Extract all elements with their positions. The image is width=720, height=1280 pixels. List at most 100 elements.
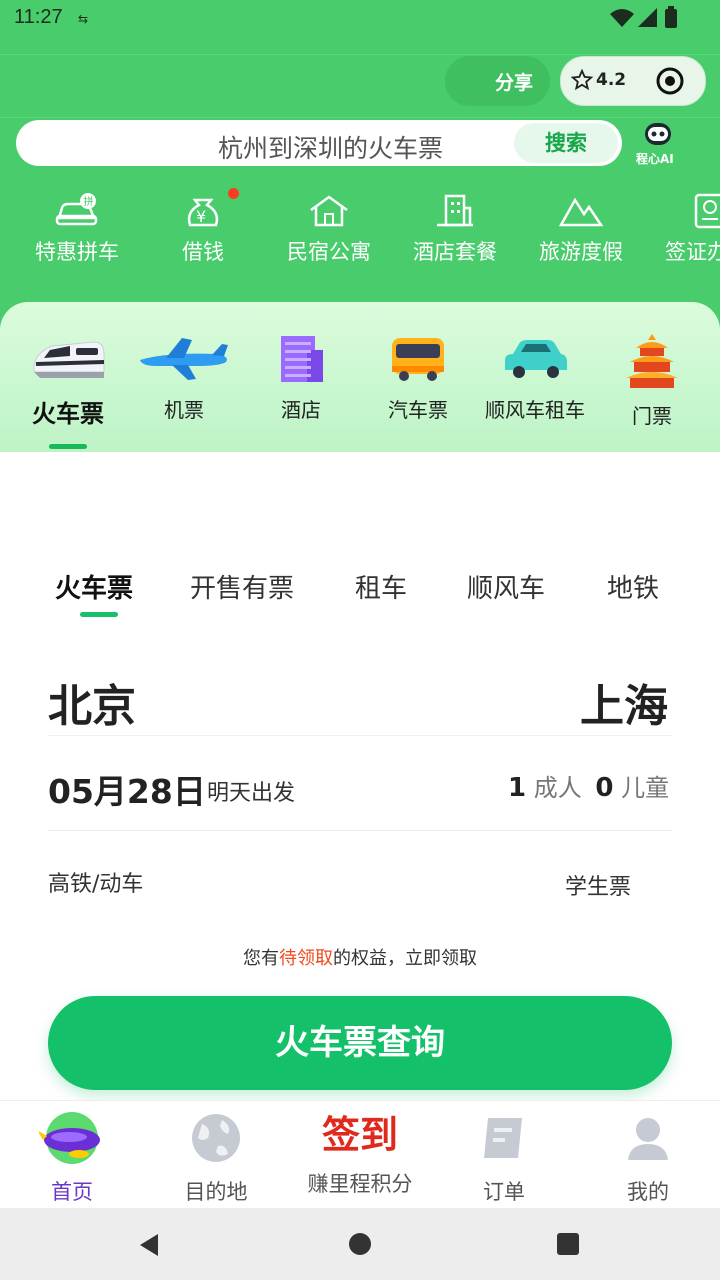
nav-profile[interactable]: 我的 (588, 1110, 708, 1206)
service-homestay[interactable]: 民宿公寓 (274, 192, 384, 266)
nav-orders[interactable]: 订单 (444, 1110, 564, 1206)
bus-icon (392, 338, 444, 381)
passport-icon (694, 193, 720, 229)
nav-destination[interactable]: 目的地 (156, 1110, 276, 1206)
benefit-highlight: 待领取 (279, 948, 333, 969)
home-icon[interactable] (348, 1232, 372, 1256)
wifi-icon (610, 9, 634, 27)
service-carpool[interactable]: 拼 特惠拼车 (22, 192, 132, 266)
service-visa[interactable]: 签证办 (652, 192, 720, 266)
order-icon (484, 1118, 522, 1158)
car-icon (505, 340, 567, 378)
system-nav-bar (0, 1208, 720, 1280)
notification-dot (228, 188, 239, 199)
service-label: 民宿公寓 (287, 240, 371, 264)
header-divider (0, 54, 720, 55)
date-note: 明天出发 (207, 781, 296, 806)
signal-icon (638, 8, 657, 27)
share-button[interactable]: 分享 (445, 56, 550, 106)
category-hotel[interactable]: 酒店 (245, 332, 357, 423)
service-travel[interactable]: 旅游度假 (526, 192, 636, 266)
category-tickets[interactable]: 门票 (596, 332, 708, 429)
money-bag-icon: ¥ (187, 198, 219, 227)
carpool-car-icon: 拼 (55, 193, 98, 226)
checkin-icon: 签到 (321, 1112, 398, 1157)
tab-metro[interactable]: 地铁 (607, 568, 659, 605)
tab-car-rental[interactable]: 租车 (355, 568, 407, 605)
category-label: 门票 (632, 404, 672, 428)
search-placeholder: 杭州到深圳的火车票 (218, 135, 444, 163)
service-label: 旅游度假 (539, 240, 623, 264)
divider (48, 735, 672, 736)
category-label: 汽车票 (388, 398, 448, 422)
back-icon[interactable] (136, 1232, 162, 1258)
train-query-button[interactable]: 火车票查询 (48, 996, 672, 1090)
tab-active-indicator (80, 612, 118, 617)
airplane-icon (140, 338, 228, 380)
service-hotel-package[interactable]: 酒店套餐 (400, 192, 510, 266)
children-label: 儿童 (621, 774, 670, 802)
adults-label: 成人 (533, 774, 582, 802)
globe-icon (192, 1114, 240, 1162)
category-rideshare-rental[interactable]: 顺风车租车 (479, 332, 591, 423)
nav-home[interactable]: 首页 (12, 1110, 132, 1206)
svg-text:拼: 拼 (84, 195, 94, 208)
share-label: 分享 (495, 72, 534, 94)
nav-label: 我的 (627, 1180, 669, 1204)
pagoda-icon (626, 334, 678, 388)
ai-assistant-label[interactable]: 程心AI (636, 150, 674, 167)
status-bar: 11:27 ⇆ (0, 0, 720, 40)
miniapp-capsule: 4.2 (560, 56, 706, 106)
tab-on-sale[interactable]: 开售有票 (190, 568, 294, 605)
service-loan[interactable]: ¥ 借钱 (148, 192, 258, 266)
benefit-notice[interactable]: 您有待领取的权益，立即领取 (0, 944, 720, 970)
adults-count: 1 (508, 773, 527, 803)
status-time: 11:27 (14, 6, 63, 28)
search-button[interactable]: 搜索 (514, 123, 618, 163)
departure-date[interactable]: 05月28日 (48, 765, 206, 813)
category-active-indicator (49, 444, 87, 449)
category-train[interactable]: 火车票 (12, 332, 124, 429)
battery-icon (665, 6, 677, 28)
nav-checkin[interactable]: 签到 赚里程积分 (300, 1110, 420, 1198)
service-label: 签证办 (665, 240, 720, 264)
category-label: 酒店 (281, 398, 321, 422)
divider (48, 830, 672, 831)
service-label: 借钱 (182, 240, 224, 264)
home-blimp-icon (37, 1112, 100, 1164)
robot-ai-icon[interactable] (642, 121, 674, 149)
house-icon (310, 195, 348, 227)
nav-label: 目的地 (184, 1180, 248, 1204)
train-type-option[interactable]: 高铁/动车 (48, 866, 143, 898)
svg-text:¥: ¥ (196, 207, 206, 226)
tab-rideshare[interactable]: 顺风车 (467, 568, 545, 605)
rating-value: 4.2 (596, 70, 627, 90)
service-label: 酒店套餐 (413, 240, 497, 264)
nav-label: 首页 (51, 1180, 93, 1204)
star-icon[interactable] (571, 69, 593, 91)
category-bus[interactable]: 汽车票 (362, 332, 474, 423)
recent-apps-icon[interactable] (556, 1232, 580, 1256)
category-label: 顺风车租车 (485, 398, 585, 422)
mountain-icon (558, 197, 604, 227)
header-divider (0, 117, 720, 118)
arrival-city[interactable]: 上海 (580, 670, 668, 734)
benefit-suffix: 的权益，立即领取 (333, 948, 477, 969)
tab-train[interactable]: 火车票 (55, 568, 133, 605)
category-flight[interactable]: 机票 (128, 332, 240, 423)
train-icon (33, 341, 105, 378)
data-sync-icon: ⇆ (78, 12, 89, 26)
close-miniapp-icon[interactable] (655, 66, 685, 96)
category-label: 火车票 (32, 400, 104, 428)
hotel-icon (281, 336, 323, 382)
departure-city[interactable]: 北京 (48, 670, 136, 734)
passenger-selector[interactable]: 1 成人 0 儿童 (508, 768, 669, 803)
nav-label: 赚里程积分 (307, 1172, 413, 1196)
nav-label: 订单 (483, 1180, 525, 1204)
student-ticket-option[interactable]: 学生票 (565, 869, 631, 901)
benefit-prefix: 您有 (243, 948, 279, 969)
hotel-building-icon (437, 194, 473, 227)
profile-icon (628, 1118, 668, 1160)
category-label: 机票 (164, 398, 204, 422)
children-count: 0 (595, 773, 614, 803)
